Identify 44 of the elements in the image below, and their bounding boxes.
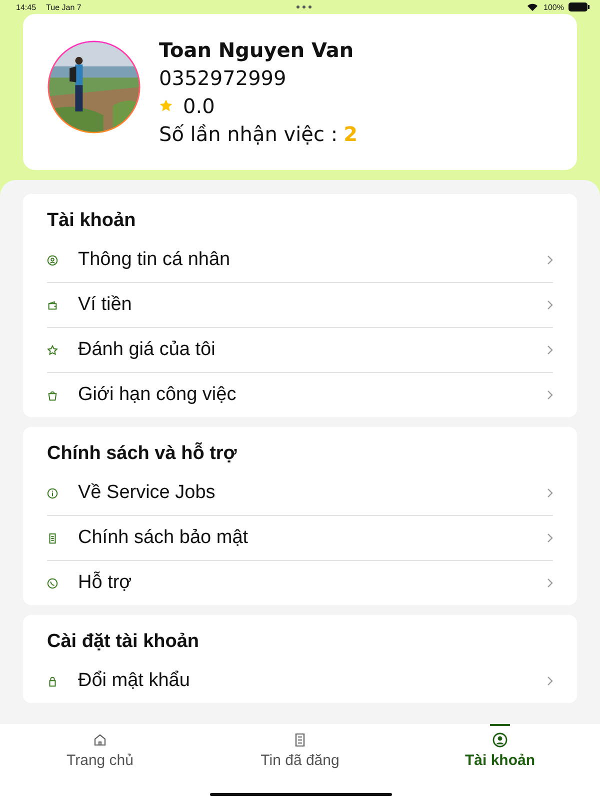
tab[interactable]: Tài khoản [400, 724, 600, 800]
menu-item[interactable]: Ví tiền [47, 283, 553, 328]
star-icon [47, 344, 58, 356]
star-icon [159, 99, 173, 113]
section-title: Cài đặt tài khoản [47, 630, 200, 654]
section-title: Chính sách và hỗ trợ [47, 441, 238, 466]
menu-item[interactable]: Giới hạn công việc [47, 373, 553, 417]
user-icon [47, 254, 58, 266]
menu-item[interactable]: Thông tin cá nhân [47, 238, 553, 283]
chevron-right-icon [547, 488, 553, 498]
chevron-right-icon [547, 676, 553, 686]
user-circle-icon [492, 732, 508, 748]
chevron-right-icon [547, 345, 553, 355]
battery-icon [568, 2, 590, 12]
tab[interactable]: Trang chủ [0, 724, 200, 800]
jobs-count: 2 [344, 122, 358, 146]
jobs-label: Số lần nhận việc : [159, 122, 338, 146]
section-title: Tài khoản [47, 209, 137, 233]
status-time: 14:45 [16, 2, 36, 12]
rating-value: 0.0 [183, 94, 215, 118]
bag-icon [47, 390, 58, 400]
more-dots-icon [296, 5, 312, 9]
menu-item[interactable]: Đánh giá của tôi [47, 328, 553, 373]
chevron-right-icon [547, 533, 553, 543]
menu-item[interactable]: Chính sách bảo mật [47, 516, 553, 561]
phone-icon [47, 578, 58, 588]
chevron-right-icon [547, 255, 553, 265]
menu-item[interactable]: Đổi mật khẩu [47, 659, 553, 703]
profile-phone: 0352972999 [159, 66, 288, 90]
profile-name: Toan Nguyen Van [159, 38, 355, 62]
document-icon [47, 532, 58, 544]
chevron-right-icon [547, 578, 553, 588]
wallet-icon [47, 300, 58, 310]
tab[interactable]: Tin đã đăng [200, 724, 400, 800]
home-icon [92, 732, 108, 748]
battery-percent: 100% [544, 2, 564, 12]
lock-icon [47, 676, 58, 686]
status-date: Tue Jan 7 [46, 2, 82, 12]
menu-item[interactable]: Về Service Jobs [47, 471, 553, 516]
menu-item[interactable]: Hỗ trợ [47, 561, 553, 605]
info-icon [47, 488, 58, 498]
chevron-right-icon [547, 300, 553, 310]
wifi-icon [526, 3, 538, 11]
chevron-right-icon [547, 390, 553, 400]
